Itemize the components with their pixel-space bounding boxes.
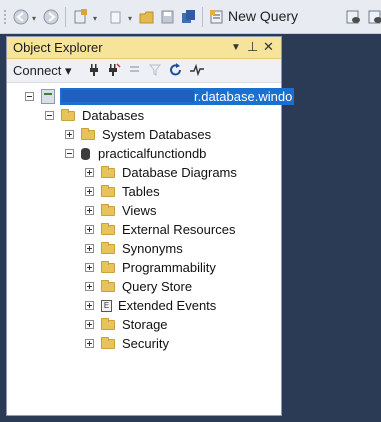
add-item-icon[interactable] — [108, 7, 124, 27]
folder-icon — [101, 317, 115, 330]
tree-node-label: Databases — [82, 108, 145, 123]
panel-title: Object Explorer — [13, 40, 103, 55]
save-all-icon[interactable] — [180, 7, 198, 27]
tree-node-programmability[interactable]: Programmability — [85, 258, 216, 277]
tree-node-label: Views — [122, 203, 157, 218]
folder-icon — [81, 127, 95, 140]
tree-node-label: External Resources — [122, 222, 236, 237]
dropdown-arrow-icon[interactable]: ▾ — [93, 14, 99, 23]
new-project-icon[interactable] — [72, 7, 90, 27]
object-explorer-panel: Object Explorer ▼ ⊥ ✕ Connect ▾ r.databa… — [6, 36, 295, 416]
tree-node-database-diagrams[interactable]: Database Diagrams — [85, 163, 237, 182]
collapse-icon[interactable] — [45, 111, 54, 120]
save-icon[interactable] — [160, 7, 176, 27]
folder-icon — [61, 108, 75, 121]
database-icon — [81, 147, 90, 160]
folder-icon — [101, 165, 115, 178]
tree-node-tables[interactable]: Tables — [85, 182, 160, 201]
folder-icon — [101, 203, 115, 216]
expand-icon[interactable] — [85, 282, 94, 291]
object-explorer-title-bar[interactable]: Object Explorer ▼ ⊥ ✕ — [7, 37, 281, 59]
folder-icon — [101, 222, 115, 235]
folder-icon — [101, 184, 115, 197]
disconnect-icon[interactable] — [107, 63, 121, 80]
expand-icon[interactable] — [85, 339, 94, 348]
folder-icon — [101, 241, 115, 254]
back-icon[interactable] — [12, 7, 30, 27]
open-file-icon[interactable] — [138, 7, 156, 27]
expand-icon[interactable] — [85, 206, 94, 215]
collapse-icon[interactable] — [65, 149, 74, 158]
tree-node-synonyms[interactable]: Synonyms — [85, 239, 183, 258]
database-query-icon[interactable] — [366, 7, 381, 27]
server-icon — [41, 89, 55, 104]
tree-node-label: Programmability — [122, 260, 216, 275]
tree-node-label: Query Store — [122, 279, 193, 294]
tree-node-server[interactable]: r.database.windo — [25, 87, 295, 106]
expand-icon[interactable] — [85, 168, 94, 177]
forward-icon[interactable] — [42, 7, 60, 27]
server-label-text: r.database.windo — [194, 89, 293, 104]
tree-node-label: Tables — [122, 184, 160, 199]
connect-button[interactable]: Connect ▾ — [13, 63, 72, 79]
stop-icon[interactable] — [129, 63, 141, 80]
filter-icon[interactable] — [148, 63, 162, 80]
tree-node-query-store[interactable]: Query Store — [85, 277, 192, 296]
main-toolbar: ▾ ▾ ▾ New Query — [0, 0, 381, 34]
new-query-button[interactable]: New Query — [228, 8, 298, 24]
tree-node-label: Security — [122, 336, 169, 351]
folder-icon — [101, 279, 115, 292]
expand-icon[interactable] — [85, 187, 94, 196]
object-explorer-toolbar: Connect ▾ — [7, 59, 281, 83]
tree-node-external-resources[interactable]: External Resources — [85, 220, 235, 239]
document-workspace — [284, 34, 381, 422]
tree-node-label: Synonyms — [122, 241, 183, 256]
refresh-icon[interactable] — [169, 63, 183, 80]
object-explorer-tree: r.database.windo Databases System Databa… — [7, 83, 295, 415]
pin-icon[interactable]: ⊥ — [247, 39, 258, 55]
expand-icon[interactable] — [65, 130, 74, 139]
tree-node-label: Database Diagrams — [122, 165, 237, 180]
toolbar-grip[interactable] — [3, 9, 7, 25]
database-query-icon[interactable] — [344, 7, 362, 27]
toolbar-separator — [202, 7, 203, 27]
dropdown-arrow-icon[interactable]: ▾ — [32, 14, 38, 23]
folder-icon — [101, 336, 115, 349]
connect-plug-icon[interactable] — [89, 63, 99, 80]
redacted-server-name — [62, 90, 194, 102]
folder-icon — [101, 260, 115, 273]
new-query-icon[interactable] — [208, 7, 226, 27]
tree-node-label: System Databases — [102, 127, 212, 142]
tree-node-label: practicalfunctiondb — [98, 146, 207, 161]
toolbar-separator — [65, 7, 66, 27]
server-label[interactable]: r.database.windo — [60, 88, 295, 105]
tree-node-extended-events[interactable]: E Extended Events — [85, 296, 216, 315]
window-position-icon[interactable]: ▼ — [231, 42, 241, 53]
extended-events-icon: E — [101, 299, 112, 312]
tree-node-views[interactable]: Views — [85, 201, 156, 220]
tree-node-databases[interactable]: Databases — [45, 106, 144, 125]
collapse-icon[interactable] — [25, 92, 34, 101]
close-icon[interactable]: ✕ — [263, 39, 274, 55]
expand-icon[interactable] — [85, 225, 94, 234]
tree-node-storage[interactable]: Storage — [85, 315, 168, 334]
expand-icon[interactable] — [85, 301, 94, 310]
tree-node-security[interactable]: Security — [85, 334, 169, 353]
expand-icon[interactable] — [85, 244, 94, 253]
tree-node-system-databases[interactable]: System Databases — [65, 125, 211, 144]
expand-icon[interactable] — [85, 320, 94, 329]
activity-monitor-icon[interactable] — [189, 63, 205, 80]
tree-node-database[interactable]: practicalfunctiondb — [65, 144, 206, 163]
dropdown-arrow-icon[interactable]: ▾ — [128, 14, 134, 23]
expand-icon[interactable] — [85, 263, 94, 272]
tree-node-label: Storage — [122, 317, 168, 332]
tree-node-label: Extended Events — [118, 298, 217, 313]
